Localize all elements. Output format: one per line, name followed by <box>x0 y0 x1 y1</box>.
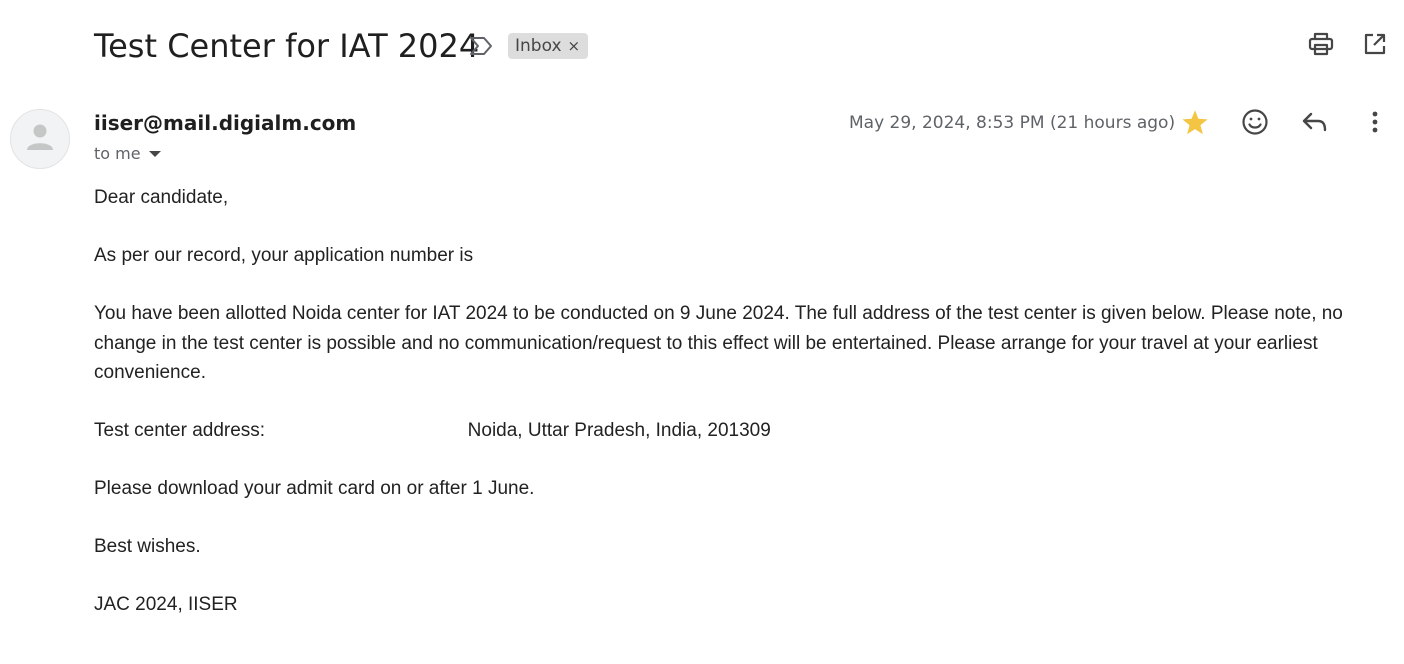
add-reaction-button[interactable] <box>1238 107 1272 141</box>
emoji-reaction-icon <box>1241 108 1269 141</box>
star-button[interactable] <box>1178 108 1212 142</box>
reply-icon <box>1302 111 1328 138</box>
print-button[interactable] <box>1306 31 1336 61</box>
address-line: Test center address: Noida, Uttar Prades… <box>94 416 1384 446</box>
email-subject: Test Center for IAT 2024 <box>94 27 480 65</box>
avatar[interactable] <box>10 109 70 169</box>
default-person-icon <box>26 122 54 157</box>
sender-email[interactable]: iiser@mail.digialm.com <box>94 111 356 135</box>
print-icon <box>1308 32 1334 61</box>
open-in-new-window-icon <box>1363 32 1387 61</box>
address-suffix: Noida, Uttar Pradesh, India, 201309 <box>467 420 771 441</box>
greeting: Dear candidate, <box>94 187 229 208</box>
open-in-new-window-button[interactable] <box>1360 31 1390 61</box>
application-number-line: As per our record, your application numb… <box>94 241 1384 271</box>
label-chip-inbox: Inbox × <box>508 33 589 59</box>
email-date: May 29, 2024, 8:53 PM (21 hours ago) <box>849 113 1176 133</box>
application-line-text: As per our record, your application numb… <box>94 245 474 266</box>
star-icon <box>1181 109 1209 141</box>
reply-button[interactable] <box>1298 107 1332 141</box>
label-chip-text: Inbox <box>515 36 562 56</box>
recipient-line: to me <box>94 144 141 163</box>
chevron-down-icon <box>148 150 161 157</box>
allotment-paragraph: You have been allotted Noida center for … <box>94 303 1343 383</box>
remove-label-button[interactable]: × <box>568 37 581 55</box>
recipient-details-toggle[interactable]: to me <box>94 144 161 163</box>
more-options-button[interactable] <box>1358 107 1392 141</box>
email-body: Dear candidate, As per our record, your … <box>94 183 1384 648</box>
signature: JAC 2024, IISER <box>94 594 238 615</box>
address-label: Test center address: <box>94 420 266 441</box>
admit-card-line: Please download your admit card on or af… <box>94 478 535 499</box>
importance-marker-icon[interactable] <box>469 36 493 56</box>
more-vertical-icon <box>1372 111 1378 138</box>
star-shape <box>1182 110 1208 135</box>
closing-line: Best wishes. <box>94 536 201 557</box>
